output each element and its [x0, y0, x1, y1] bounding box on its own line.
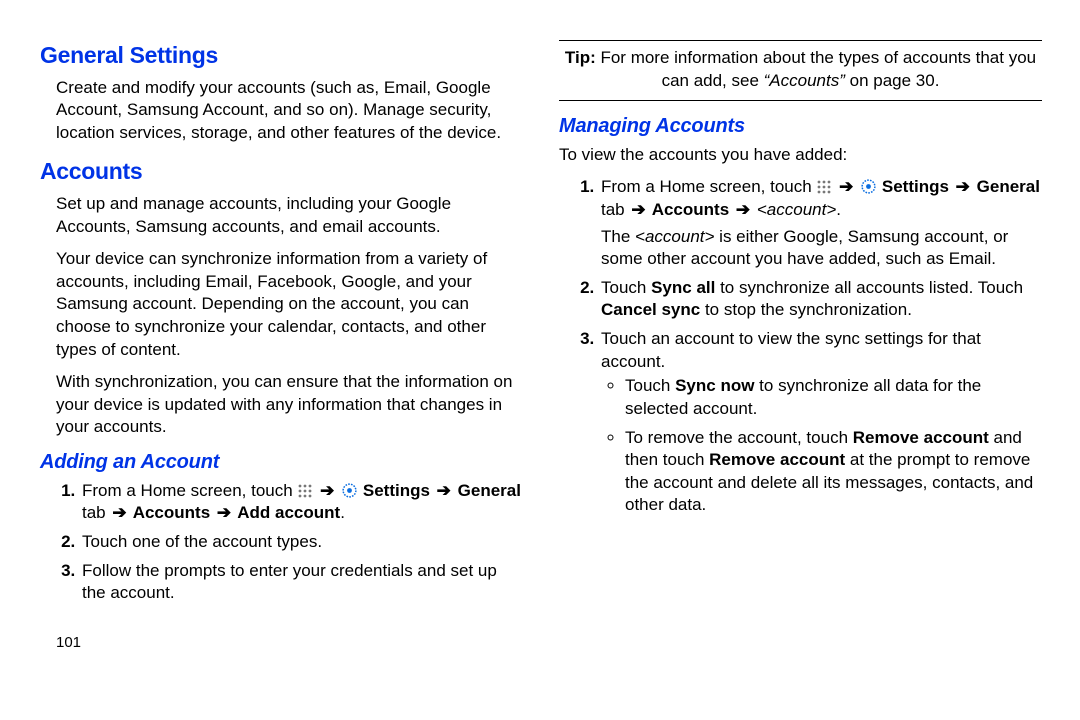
paragraph: With synchronization, you can ensure tha…: [56, 371, 523, 439]
step-text: Touch an account to view the sync settin…: [601, 329, 981, 371]
step-text: Touch: [601, 278, 651, 297]
apps-icon: [817, 180, 831, 194]
account-placeholder: <account>: [757, 200, 836, 219]
tip-label: Tip:: [565, 48, 596, 67]
bullet-list: Touch Sync now to synchronize all data f…: [607, 375, 1042, 517]
page-number: 101: [56, 633, 523, 653]
bullet-text: Touch: [625, 376, 675, 395]
paragraph: To view the accounts you have added:: [559, 144, 1042, 167]
bullet-item: To remove the account, touch Remove acco…: [625, 427, 1042, 517]
steps-list: From a Home screen, touch ➔ Settings ➔ G…: [58, 480, 523, 605]
apps-icon: [298, 484, 312, 498]
arrow-icon: ➔: [110, 503, 128, 522]
step-text: From a Home screen, touch: [82, 481, 297, 500]
tip-text: on page 30.: [845, 71, 940, 90]
step-text: The: [601, 227, 635, 246]
label-accounts: Accounts: [129, 503, 215, 522]
label-general: General: [458, 481, 521, 500]
steps-list: From a Home screen, touch ➔ Settings ➔ G…: [577, 176, 1042, 517]
heading-adding-account: Adding an Account: [40, 449, 523, 476]
label-accounts: Accounts: [648, 200, 734, 219]
step-item: Follow the prompts to enter your credent…: [80, 560, 523, 605]
right-column: Tip: For more information about the type…: [559, 40, 1042, 710]
label-add-account: Add account: [233, 503, 340, 522]
text: tab: [82, 503, 110, 522]
label-settings: Settings: [363, 481, 435, 500]
text: .: [340, 503, 345, 522]
step-text: to stop the synchronization.: [700, 300, 912, 319]
step-item: From a Home screen, touch ➔ Settings ➔ G…: [599, 176, 1042, 270]
paragraph: Your device can synchronize information …: [56, 248, 523, 361]
paragraph: Set up and manage accounts, including yo…: [56, 193, 523, 238]
step-item: Touch Sync all to synchronize all accoun…: [599, 277, 1042, 322]
arrow-icon: ➔: [318, 481, 336, 500]
account-placeholder: <account>: [635, 227, 714, 246]
heading-accounts: Accounts: [40, 156, 523, 187]
tip-reference: “Accounts”: [764, 71, 845, 90]
label-cancel-sync: Cancel sync: [601, 300, 700, 319]
settings-gear-icon: [342, 483, 357, 498]
tip-box: Tip: For more information about the type…: [559, 40, 1042, 101]
step-text: From a Home screen, touch: [601, 177, 816, 196]
text: tab: [601, 200, 629, 219]
step-text: to synchronize all accounts listed. Touc…: [715, 278, 1023, 297]
text: .: [836, 200, 841, 219]
bullet-text: To remove the account, touch: [625, 428, 853, 447]
step-item: From a Home screen, touch ➔ Settings ➔ G…: [80, 480, 523, 525]
manual-page: General Settings Create and modify your …: [0, 0, 1080, 720]
arrow-icon: ➔: [734, 200, 752, 219]
step-item: Touch an account to view the sync settin…: [599, 328, 1042, 517]
label-sync-all: Sync all: [651, 278, 715, 297]
label-general: General: [977, 177, 1040, 196]
left-column: General Settings Create and modify your …: [40, 40, 523, 710]
label-remove-account: Remove account: [709, 450, 845, 469]
arrow-icon: ➔: [435, 481, 453, 500]
settings-gear-icon: [861, 179, 876, 194]
bullet-item: Touch Sync now to synchronize all data f…: [625, 375, 1042, 420]
heading-managing-accounts: Managing Accounts: [559, 113, 1042, 140]
arrow-icon: ➔: [954, 177, 972, 196]
step-item: Touch one of the account types.: [80, 531, 523, 554]
heading-general-settings: General Settings: [40, 40, 523, 71]
arrow-icon: ➔: [215, 503, 233, 522]
arrow-icon: ➔: [837, 177, 855, 196]
label-remove-account: Remove account: [853, 428, 989, 447]
label-settings: Settings: [882, 177, 954, 196]
paragraph: Create and modify your accounts (such as…: [56, 77, 523, 145]
label-sync-now: Sync now: [675, 376, 754, 395]
arrow-icon: ➔: [629, 200, 647, 219]
